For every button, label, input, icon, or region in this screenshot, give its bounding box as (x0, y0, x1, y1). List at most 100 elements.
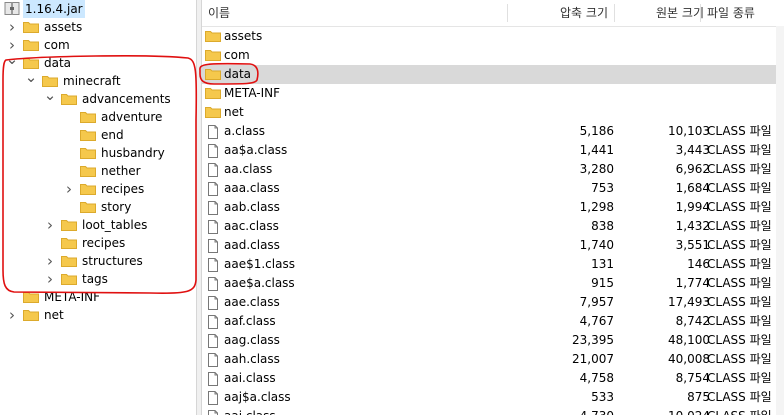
column-header-compressed[interactable]: 압축 크기 (508, 0, 614, 26)
row-name: aah.class (224, 352, 280, 366)
tree-item-assets[interactable]: › assets (0, 18, 196, 36)
tree-item-loot-tables[interactable]: › loot_tables (0, 216, 196, 234)
file-icon (208, 296, 218, 310)
column-header-name[interactable]: 이름 (202, 0, 402, 26)
chevron-right-icon[interactable]: › (43, 270, 57, 288)
list-row[interactable]: aac.class 838 1,432 CLASS 파일 (202, 217, 784, 236)
row-original-size: 48,100 (668, 333, 710, 347)
tree-item-com[interactable]: › com (0, 36, 196, 54)
list-row[interactable]: aai.class 4,758 8,754 CLASS 파일 (202, 369, 784, 388)
list-row[interactable]: aa.class 3,280 6,962 CLASS 파일 (202, 160, 784, 179)
folder-icon (80, 166, 96, 177)
tree-item-net[interactable]: › net (0, 306, 196, 324)
row-file-type: CLASS 파일 (707, 257, 772, 271)
row-compressed-size (522, 84, 614, 103)
list-row[interactable]: a.class 5,186 10,103 CLASS 파일 (202, 122, 784, 141)
tree-item-tags[interactable]: › tags (0, 270, 196, 288)
list-row[interactable]: aaj.class 4,730 10,024CLASS 파일 (202, 407, 784, 415)
tree-item-recipes[interactable]: › recipes (0, 180, 196, 198)
chevron-right-icon[interactable]: › (43, 252, 57, 270)
list-header: 이름 ^ 압축 크기 원본 크기 파일 종류 (202, 0, 784, 27)
file-icon (208, 201, 218, 215)
vertical-scrollbar[interactable] (776, 26, 784, 415)
list-row[interactable]: META-INF (202, 84, 784, 103)
tree-item-1-16-4-jar[interactable]: 1.16.4.jar (0, 0, 196, 18)
folder-icon (61, 238, 77, 249)
tree-item-label: recipes (82, 236, 126, 250)
row-compressed-size: 533 (591, 390, 614, 404)
chevron-right-icon[interactable]: › (5, 18, 19, 36)
row-name: aae$1.class (224, 257, 295, 271)
row-compressed-size: 4,758 (579, 371, 614, 385)
row-file-type: CLASS 파일 (707, 314, 772, 328)
tree-item-recipes[interactable]: recipes (0, 234, 196, 252)
list-row[interactable]: aaj$a.class 533 875 CLASS 파일 (202, 388, 784, 407)
tree-item-label: advancements (82, 92, 171, 106)
list-row[interactable]: aab.class 1,298 1,994 CLASS 파일 (202, 198, 784, 217)
row-name: assets (224, 29, 263, 43)
file-icon (208, 315, 218, 329)
row-original-size: 3,443 (675, 143, 710, 157)
list-row[interactable]: net (202, 103, 784, 122)
folder-icon (23, 310, 39, 321)
row-name: META-INF (224, 86, 281, 100)
row-file-type: CLASS 파일 (707, 143, 772, 157)
row-file-type: CLASS 파일 (707, 162, 772, 176)
tree-item-story[interactable]: story (0, 198, 196, 216)
row-name: aa.class (224, 162, 273, 176)
chevron-down-icon[interactable]: ⌄ (43, 86, 57, 104)
folder-icon (61, 274, 77, 285)
row-original-size (622, 27, 710, 46)
list-row[interactable]: assets (202, 27, 784, 46)
list-row[interactable]: aaa.class 753 1,684 CLASS 파일 (202, 179, 784, 198)
chevron-right-icon[interactable]: › (5, 306, 19, 324)
tree-item-structures[interactable]: › structures (0, 252, 196, 270)
tree-item-husbandry[interactable]: husbandry (0, 144, 196, 162)
list-row[interactable]: data (202, 65, 784, 84)
tree-item-minecraft[interactable]: ⌄ minecraft (0, 68, 196, 90)
row-original-size (622, 84, 710, 103)
row-file-type: CLASS 파일 (707, 390, 772, 404)
tree-item-adventure[interactable]: adventure (0, 108, 196, 126)
row-original-size: 1,774 (675, 276, 710, 290)
row-compressed-size: 7,957 (579, 295, 614, 309)
row-compressed-size: 1,298 (579, 200, 614, 214)
folder-icon (80, 202, 96, 213)
list-row[interactable]: aae.class 7,957 17,493 CLASS 파일 (202, 293, 784, 312)
list-row[interactable]: aa$a.class 1,441 3,443 CLASS 파일 (202, 141, 784, 160)
tree-item-advancements[interactable]: ⌄ advancements (0, 86, 196, 108)
list-row[interactable]: aae$1.class 131 146 CLASS 파일 (202, 255, 784, 274)
folder-tree[interactable]: 1.16.4.jar › assets › com ⌄ data ⌄ minecraft… (0, 0, 196, 415)
tree-item-end[interactable]: end (0, 126, 196, 144)
column-header-original[interactable]: 원본 크기 (615, 0, 710, 26)
row-name: aaf.class (224, 314, 276, 328)
chevron-right-icon[interactable]: › (43, 216, 57, 234)
file-icon (208, 353, 218, 367)
list-row[interactable]: aae$a.class 915 1,774 CLASS 파일 (202, 274, 784, 293)
list-row[interactable]: aah.class 21,007 40,008 CLASS 파일 (202, 350, 784, 369)
chevron-right-icon[interactable]: › (62, 180, 76, 198)
file-list[interactable]: 이름 ^ 압축 크기 원본 크기 파일 종류 assets com data M… (202, 0, 784, 415)
tree-item-label: loot_tables (82, 218, 148, 232)
row-compressed-size: 838 (591, 219, 614, 233)
file-icon (208, 239, 218, 253)
tree-item-nether[interactable]: nether (0, 162, 196, 180)
row-file-type: CLASS 파일 (707, 295, 772, 309)
list-row[interactable]: aaf.class 4,767 8,742 CLASS 파일 (202, 312, 784, 331)
list-row[interactable]: com (202, 46, 784, 65)
row-original-size (622, 46, 710, 65)
column-header-type[interactable]: 파일 종류 (701, 0, 784, 26)
row-original-size: 146 (687, 257, 710, 271)
chevron-down-icon[interactable]: ⌄ (24, 68, 38, 86)
list-row[interactable]: aad.class 1,740 3,551 CLASS 파일 (202, 236, 784, 255)
tree-item-label: minecraft (63, 74, 121, 88)
folder-icon (205, 69, 221, 80)
row-name: aae$a.class (224, 276, 295, 290)
tree-item-meta-inf[interactable]: META-INF (0, 288, 196, 306)
list-row[interactable]: aag.class 23,395 48,100 CLASS 파일 (202, 331, 784, 350)
row-file-type: CLASS 파일 (707, 407, 772, 415)
row-compressed-size: 753 (591, 181, 614, 195)
row-original-size: 3,551 (675, 238, 710, 252)
chevron-down-icon[interactable]: ⌄ (5, 50, 19, 68)
file-icon (208, 258, 218, 272)
